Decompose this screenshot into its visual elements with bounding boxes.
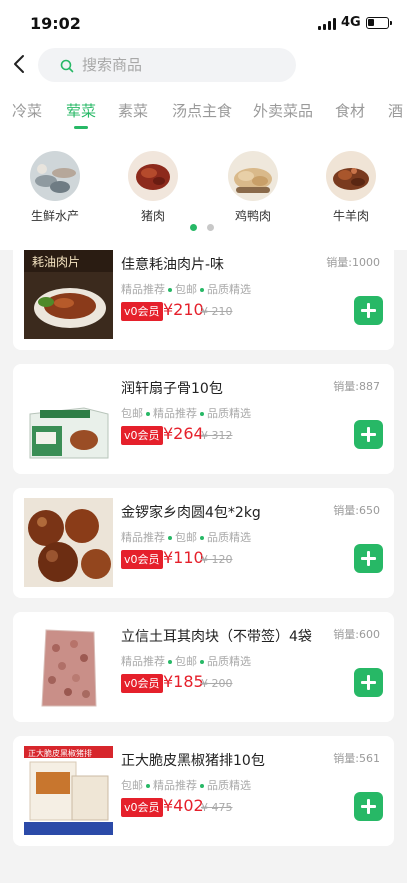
add-to-cart-button[interactable] [354,792,383,821]
tab-vegetable-dishes[interactable]: 素菜 [118,100,148,121]
category-seafood[interactable]: 生鲜水产 [22,151,88,224]
vip-badge: v0会员 [121,550,163,569]
active-tab-indicator [74,126,88,129]
member-price: ¥185 [163,672,204,691]
sales-count: 销量:650 [333,504,380,517]
product-card[interactable]: 正大脆皮黑椒猪排 正大脆皮黑椒猪排10包 销量:561 包邮 精品推荐 品质精选 v… [13,736,394,846]
product-card[interactable]: 耗油肉片 佳意耗油肉片-味 销量:1000 精品推荐 包邮 品质精选 v0会员 ¥2… [13,240,394,350]
member-price: ¥402 [163,796,204,815]
battery-icon [366,17,392,29]
pager-dot[interactable] [207,224,214,231]
member-price: ¥264 [163,424,204,443]
member-price: ¥210 [163,300,204,319]
category-label: 猪肉 [140,209,165,223]
category-label: 牛羊肉 [332,209,369,223]
product-image-label: 正大脆皮黑椒猪排 [28,748,92,758]
category-pork[interactable]: 猪肉 [120,151,186,224]
tag: 包邮 [175,283,197,296]
product-card[interactable]: 立信土耳其肉块（不带签）4袋 销量:600 精品推荐 包邮 品质精选 v0会员 ¥1… [13,612,394,722]
vip-badge: v0会员 [121,302,163,321]
sales-count: 销量:561 [333,752,380,765]
product-tags: 包邮 精品推荐 品质精选 [121,777,251,793]
vip-badge: v0会员 [121,426,163,445]
tab-cold-dishes[interactable]: 冷菜 [12,100,42,121]
product-tags: 精品推荐 包邮 品质精选 [121,281,251,297]
product-tags: 包邮 精品推荐 品质精选 [121,405,251,421]
poultry-icon [228,151,278,201]
vip-badge: v0会员 [121,674,163,693]
product-image [24,374,113,463]
tab-wine[interactable]: 酒 [388,100,403,121]
vip-badge: v0会员 [121,798,163,817]
pager-dot[interactable] [190,224,197,231]
tag: 包邮 [175,655,197,668]
tab-meat-dishes[interactable]: 荤菜 [66,100,96,121]
product-card[interactable]: 润轩扇子骨10包 销量:887 包邮 精品推荐 品质精选 v0会员 ¥264 ¥ 3… [13,364,394,474]
category-poultry[interactable]: 鸡鸭肉 [220,151,286,224]
product-image-label: 耗油肉片 [32,255,80,269]
beef-icon [326,151,376,201]
original-price: ¥ 210 [201,305,233,318]
pork-icon [128,151,178,201]
tab-soup-staples[interactable]: 汤点主食 [172,100,232,121]
seafood-icon [30,151,80,201]
tag: 品质精选 [207,283,251,296]
network-type: 4G [341,15,361,30]
add-to-cart-button[interactable] [354,420,383,449]
status-time: 19:02 [30,14,81,33]
product-tags: 精品推荐 包邮 品质精选 [121,529,251,545]
product-name: 润轩扇子骨10包 [121,381,223,397]
original-price: ¥ 475 [201,801,233,814]
category-beef-lamb[interactable]: 牛羊肉 [318,151,384,224]
tab-ingredients[interactable]: 食材 [335,100,365,121]
search-bar[interactable] [38,48,296,82]
original-price: ¥ 200 [201,677,233,690]
tab-takeout-dishes[interactable]: 外卖菜品 [253,100,313,121]
tag: 精品推荐 [121,655,165,668]
sales-count: 销量:600 [333,628,380,641]
product-image: 正大脆皮黑椒猪排 [24,746,113,835]
header: 冷菜 荤菜 素菜 汤点主食 外卖菜品 食材 酒 生鲜水产 猪肉 鸡鸭肉 牛羊肉 [0,44,407,250]
add-to-cart-button[interactable] [354,668,383,697]
tag: 品质精选 [207,531,251,544]
cellular-signal-icon [318,18,338,30]
tag: 精品推荐 [121,531,165,544]
back-button[interactable] [8,52,32,76]
product-name: 正大脆皮黑椒猪排10包 [121,753,265,769]
original-price: ¥ 120 [201,553,233,566]
add-to-cart-button[interactable] [354,544,383,573]
category-tabs: 冷菜 荤菜 素菜 汤点主食 外卖菜品 食材 酒 [0,94,407,134]
tag: 品质精选 [207,407,251,420]
category-label: 生鲜水产 [30,209,79,223]
tag: 包邮 [175,531,197,544]
product-tags: 精品推荐 包邮 品质精选 [121,653,251,669]
add-to-cart-button[interactable] [354,296,383,325]
tag: 包邮 [121,407,143,420]
tag: 精品推荐 [153,407,197,420]
search-input[interactable] [82,51,282,79]
tag: 精品推荐 [153,779,197,792]
member-price: ¥110 [163,548,204,567]
tag: 品质精选 [207,655,251,668]
product-card[interactable]: 金锣家乡肉圆4包*2kg 销量:650 精品推荐 包邮 品质精选 v0会员 ¥110… [13,488,394,598]
product-name: 金锣家乡肉圆4包*2kg [121,505,261,521]
search-icon [60,59,74,73]
category-label: 鸡鸭肉 [234,209,271,223]
tag: 包邮 [121,779,143,792]
tag: 精品推荐 [121,283,165,296]
sales-count: 销量:1000 [326,256,380,269]
status-bar: 19:02 4G [0,0,407,44]
product-name: 佳意耗油肉片-味 [121,257,225,273]
sales-count: 销量:887 [333,380,380,393]
product-image: 耗油肉片 [24,250,113,339]
chevron-left-icon [14,55,24,73]
product-name: 立信土耳其肉块（不带签）4袋 [121,629,312,645]
product-image [24,498,113,587]
original-price: ¥ 312 [201,429,233,442]
tag: 品质精选 [207,779,251,792]
product-image [24,622,113,711]
